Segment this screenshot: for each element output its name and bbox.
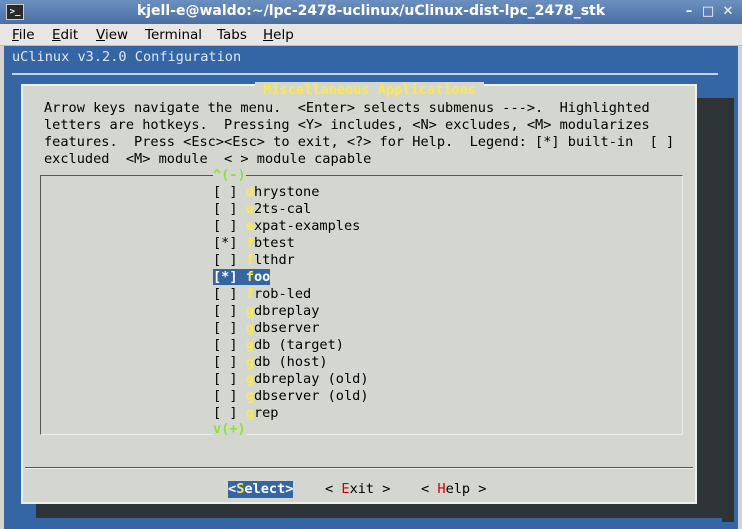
window-title: kjell-e@waldo:~/lpc-2478-uclinux/uClinux… <box>136 3 606 19</box>
option-label: dbreplay <box>253 303 320 319</box>
option-checkbox[interactable]: [ ] <box>213 337 238 353</box>
menu-help[interactable]: Help <box>263 27 294 43</box>
option-checkbox[interactable]: [ ] <box>213 320 238 336</box>
option-label: dbserver <box>253 320 320 336</box>
option-checkbox[interactable]: [ ] <box>213 303 238 319</box>
option-hotkey: e <box>245 201 254 217</box>
option-checkbox[interactable]: [*] <box>213 269 238 285</box>
window-titlebar: >_ kjell-e@waldo:~/lpc-2478-uclinux/uCli… <box>0 0 742 24</box>
option-checkbox[interactable]: [ ] <box>213 371 238 387</box>
option-hotkey: g <box>245 388 254 404</box>
scroll-up-indicator: ^(-) <box>213 167 246 184</box>
menu-edit[interactable]: Edit <box>52 27 78 43</box>
option-checkbox[interactable]: [ ] <box>213 388 238 404</box>
dialog-title: Miscellaneous Applications <box>255 82 485 99</box>
option-hotkey: g <box>245 320 254 336</box>
option-hotkey: f <box>245 286 254 302</box>
menu-file[interactable]: File <box>12 27 35 43</box>
option-hotkey: d <box>245 184 254 200</box>
minimize-button[interactable]: – <box>680 3 698 20</box>
close-button[interactable]: ✕ <box>719 3 737 20</box>
menu-option[interactable]: [*] foo <box>213 269 369 286</box>
option-hotkey: g <box>245 337 254 353</box>
menu-option[interactable]: [*] fbtest <box>213 235 369 252</box>
select-button[interactable]: <Select> <box>228 481 294 498</box>
menu-option[interactable]: [ ] flthdr <box>213 252 369 269</box>
option-checkbox[interactable]: [ ] <box>213 405 238 421</box>
menu-option[interactable]: [ ] gdb (host) <box>213 354 369 371</box>
option-checkbox[interactable]: [ ] <box>213 252 238 268</box>
option-checkbox[interactable]: [ ] <box>213 184 238 200</box>
menu-option[interactable]: [ ] gdbreplay (old) <box>213 371 369 388</box>
menu-items: [ ] dhrystone[ ] e2ts-cal[ ] expat-examp… <box>213 184 369 422</box>
option-label: db (host) <box>253 354 328 370</box>
option-label: dbserver (old) <box>253 388 369 404</box>
option-checkbox[interactable]: [*] <box>213 235 238 251</box>
option-hotkey: g <box>245 303 254 319</box>
option-label: rob-led <box>253 286 312 302</box>
option-label: 2ts-cal <box>253 201 312 217</box>
menu-option[interactable]: [ ] gdbserver <box>213 320 369 337</box>
option-hotkey: f <box>245 252 254 268</box>
option-hotkey: f <box>245 235 254 251</box>
option-label: db (target) <box>253 337 344 353</box>
menu-option[interactable]: [ ] expat-examples <box>213 218 369 235</box>
option-label: oo <box>253 269 271 285</box>
option-label: hrystone <box>253 184 320 200</box>
menu-option[interactable]: [ ] grep <box>213 405 369 422</box>
option-hotkey: g <box>245 354 254 370</box>
option-hotkey: f <box>245 269 254 285</box>
menu-option[interactable]: [ ] gdb (target) <box>213 337 369 354</box>
menu-view[interactable]: View <box>96 27 128 43</box>
option-checkbox[interactable]: [ ] <box>213 286 238 302</box>
option-checkbox[interactable]: [ ] <box>213 354 238 370</box>
button-divider <box>25 468 693 469</box>
scroll-down-indicator: v(+) <box>213 421 246 438</box>
terminal-scrollbar[interactable] <box>722 100 734 522</box>
option-hotkey: e <box>245 218 254 234</box>
exit-button[interactable]: < Exit > <box>325 481 390 498</box>
option-label: lthdr <box>253 252 295 268</box>
menu-tabs[interactable]: Tabs <box>217 27 247 43</box>
option-label: rep <box>253 405 279 421</box>
menu-list-box: ^(-) [ ] dhrystone[ ] e2ts-cal[ ] expat-… <box>40 167 683 438</box>
help-button[interactable]: < Help > <box>421 481 486 498</box>
header-divider <box>12 73 718 75</box>
menu-option[interactable]: [ ] gdbserver (old) <box>213 388 369 405</box>
option-label: xpat-examples <box>253 218 361 234</box>
menu-option[interactable]: [ ] dhrystone <box>213 184 369 201</box>
option-hotkey: g <box>245 371 254 387</box>
menu-terminal[interactable]: Terminal <box>145 27 202 43</box>
help-text: Arrow keys navigate the menu. <Enter> se… <box>44 100 675 167</box>
option-checkbox[interactable]: [ ] <box>213 201 238 217</box>
option-checkbox[interactable]: [ ] <box>213 218 238 234</box>
option-label: dbreplay (old) <box>253 371 369 387</box>
config-header: uClinux v3.2.0 Configuration <box>12 49 242 65</box>
option-label: btest <box>253 235 295 251</box>
menu-option[interactable]: [ ] gdbreplay <box>213 303 369 320</box>
menu-option[interactable]: [ ] frob-led <box>213 286 369 303</box>
terminal-area[interactable]: uClinux v3.2.0 Configuration Miscellaneo… <box>4 46 738 529</box>
maximize-button[interactable]: □ <box>699 3 717 20</box>
menu-option[interactable]: [ ] e2ts-cal <box>213 201 369 218</box>
option-hotkey: g <box>245 405 254 421</box>
config-dialog: Miscellaneous Applications Arrow keys na… <box>21 82 697 504</box>
menubar: File Edit View Terminal Tabs Help <box>0 24 742 46</box>
